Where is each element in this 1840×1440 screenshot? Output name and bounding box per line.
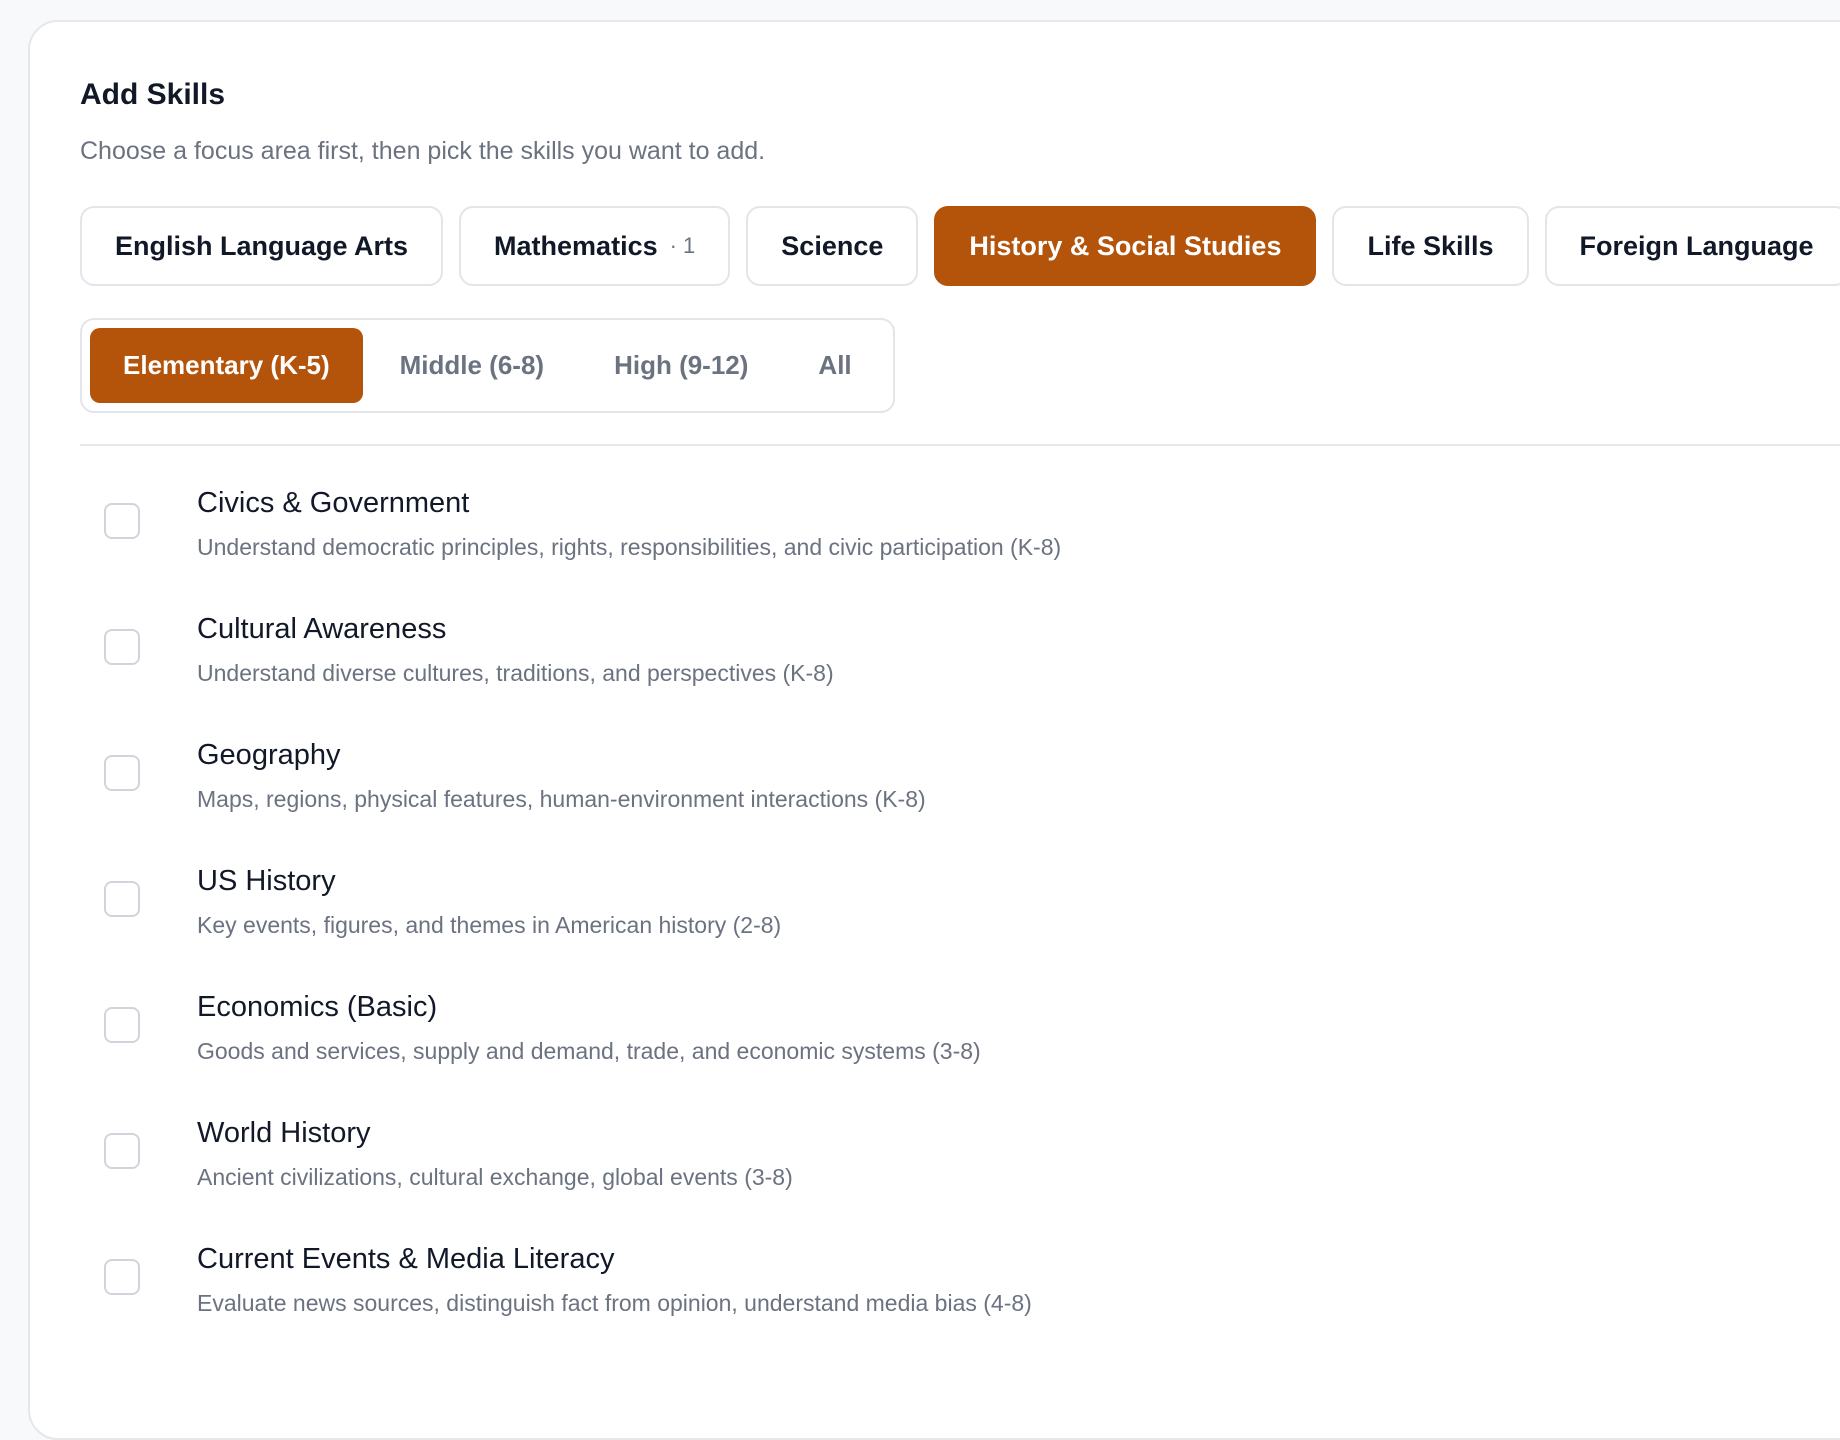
skill-item[interactable]: US History Key events, figures, and them… (80, 824, 1780, 950)
tab-english-language-arts[interactable]: English Language Arts (80, 206, 444, 286)
skill-name: US History (197, 865, 336, 897)
tab-label: History & Social Studies (969, 230, 1282, 261)
skill-checkbox[interactable] (104, 755, 140, 791)
skill-name: World History (197, 1117, 371, 1149)
tab-foreign-language[interactable]: Foreign Language (1544, 206, 1840, 286)
focus-area-tabs: English Language Arts Mathematics · 1 Sc… (80, 206, 1840, 286)
skill-item[interactable]: World History Ancient civilizations, cul… (80, 1076, 1780, 1202)
skill-name: Cultural Awareness (197, 613, 447, 645)
skill-description: Understand diverse cultures, traditions,… (197, 660, 834, 686)
tab-label: English Language Arts (115, 230, 409, 261)
skill-name: Geography (197, 739, 341, 771)
skill-description: Ancient civilizations, cultural exchange… (197, 1164, 793, 1190)
skill-item[interactable]: Geography Maps, regions, physical featur… (80, 698, 1780, 824)
selected-count-badge: · 1 (669, 233, 696, 258)
tab-life-skills[interactable]: Life Skills (1332, 206, 1529, 286)
tab-label: Mathematics (494, 230, 658, 261)
skill-checkbox[interactable] (104, 1259, 140, 1295)
skill-item[interactable]: Economics (Basic) Goods and services, su… (80, 950, 1780, 1076)
skill-checkbox[interactable] (104, 1133, 140, 1169)
skill-checkbox[interactable] (104, 1007, 140, 1043)
level-elementary[interactable]: Elementary (K-5) (90, 328, 363, 403)
tab-science[interactable]: Science (746, 206, 919, 286)
skill-description: Maps, regions, physical features, human-… (197, 786, 926, 812)
level-middle[interactable]: Middle (6-8) (367, 328, 577, 403)
tab-history-social-studies[interactable]: History & Social Studies (934, 206, 1317, 286)
skill-checkbox[interactable] (104, 881, 140, 917)
tab-label: Foreign Language (1579, 230, 1814, 261)
tab-label: Science (781, 230, 884, 261)
level-all[interactable]: All (785, 328, 884, 403)
skill-name: Current Events & Media Literacy (197, 1243, 615, 1275)
skill-item[interactable]: Cultural Awareness Understand diverse cu… (80, 572, 1780, 698)
panel-title: Add Skills (80, 78, 226, 111)
skill-description: Key events, figures, and themes in Ameri… (197, 912, 782, 938)
skill-list: Civics & Government Understand democrati… (80, 446, 1780, 1328)
skill-item[interactable]: Civics & Government Understand democrati… (80, 446, 1780, 572)
tab-label: Life Skills (1367, 230, 1494, 261)
skill-description: Goods and services, supply and demand, t… (197, 1038, 981, 1064)
skill-checkbox[interactable] (104, 629, 140, 665)
skill-name: Civics & Government (197, 487, 470, 519)
skill-description: Evaluate news sources, distinguish fact … (197, 1290, 1032, 1316)
tab-mathematics[interactable]: Mathematics · 1 (459, 206, 731, 286)
level-high[interactable]: High (9-12) (581, 328, 781, 403)
grade-level-segmented-control: Elementary (K-5) Middle (6-8) High (9-12… (80, 318, 895, 413)
add-skills-panel: Add Skills Choose a focus area first, th… (28, 20, 1840, 1440)
skill-description: Understand democratic principles, rights… (197, 534, 1062, 560)
panel-subtitle: Choose a focus area first, then pick the… (80, 137, 766, 165)
skill-item[interactable]: Current Events & Media Literacy Evaluate… (80, 1202, 1780, 1328)
skill-name: Economics (Basic) (197, 991, 438, 1023)
skill-checkbox[interactable] (104, 503, 140, 539)
